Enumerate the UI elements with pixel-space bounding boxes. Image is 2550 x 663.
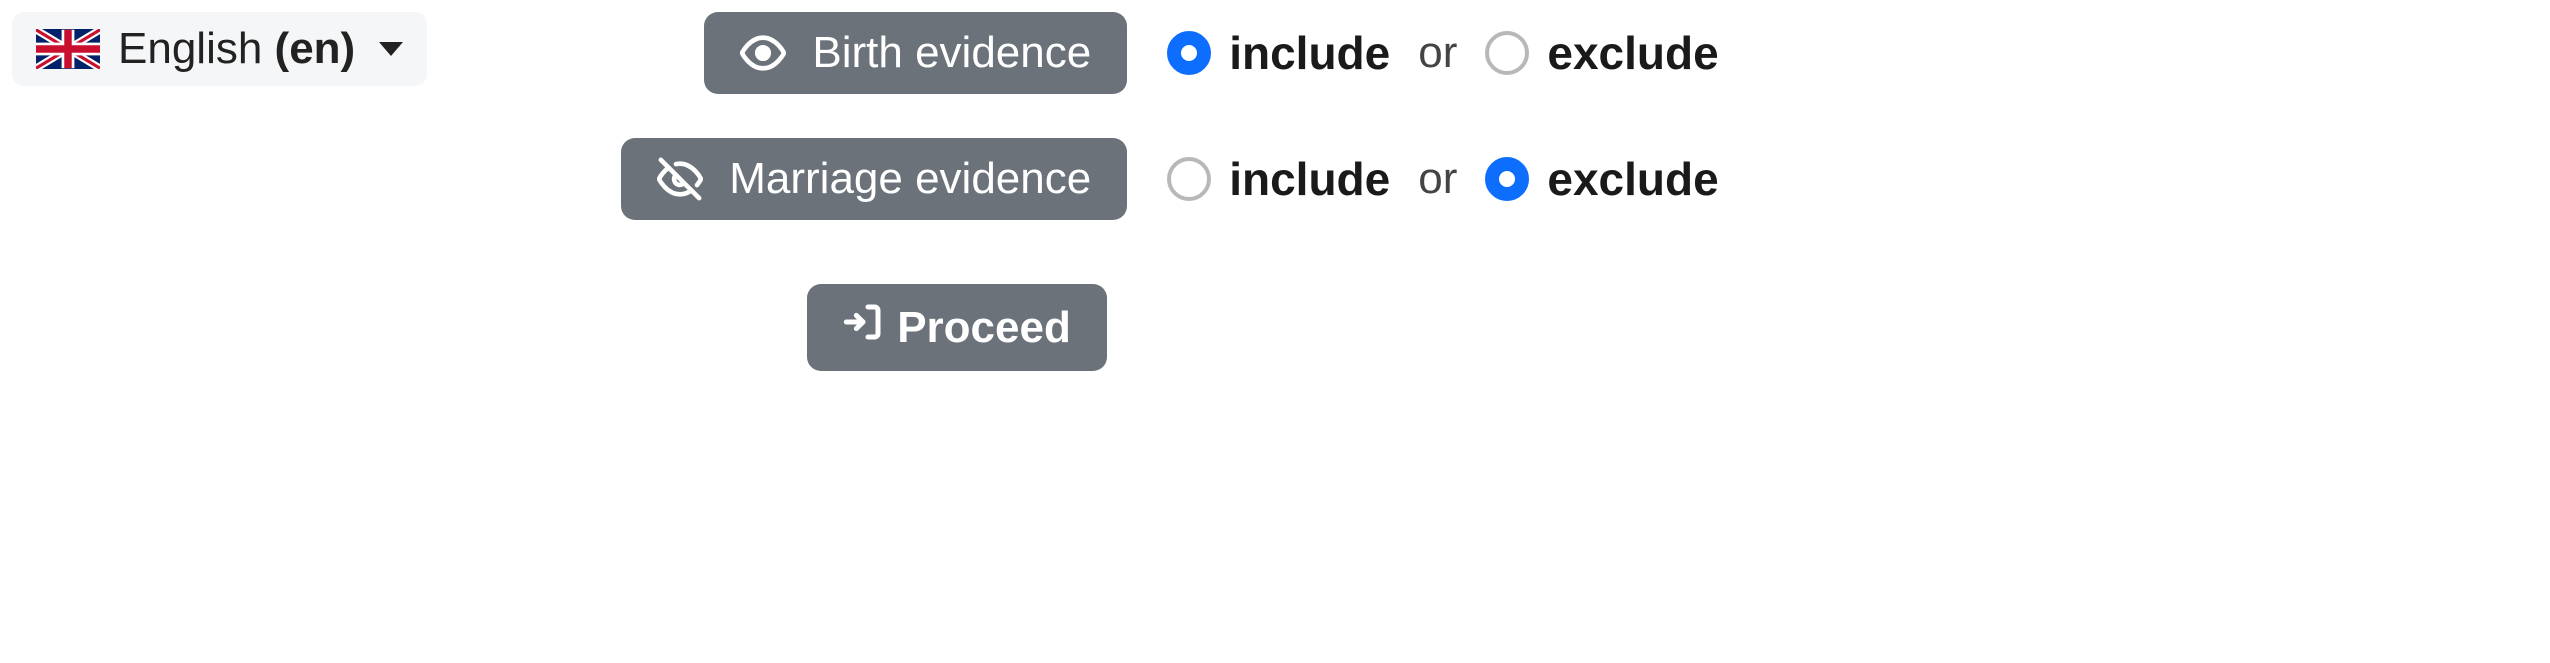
marriage-exclude-radio[interactable]: exclude [1485,152,1718,206]
sign-in-icon [843,302,883,353]
uk-flag-icon [36,29,100,69]
eye-off-icon [657,156,703,202]
birth-exclude-radio[interactable]: exclude [1485,26,1718,80]
proceed-label: Proceed [897,303,1071,353]
proceed-button[interactable]: Proceed [807,284,1107,371]
marriage-evidence-label: Marriage evidence [729,154,1091,204]
birth-include-radio[interactable]: include [1167,26,1390,80]
or-separator: or [1418,28,1457,78]
birth-exclude-label: exclude [1547,26,1718,80]
marriage-radio-group: include or exclude [1167,152,1718,206]
language-label: English (en) [118,24,355,74]
language-selector[interactable]: English (en) [12,12,427,86]
radio-unchecked-icon [1485,31,1529,75]
radio-checked-icon [1485,157,1529,201]
evidence-row-birth: Birth evidence include or exclude [607,12,2538,94]
or-separator: or [1418,154,1457,204]
marriage-exclude-label: exclude [1547,152,1718,206]
birth-radio-group: include or exclude [1167,26,1718,80]
eye-icon [740,30,786,76]
marriage-include-radio[interactable]: include [1167,152,1390,206]
caret-down-icon [379,42,403,56]
proceed-row: Proceed [607,284,2538,371]
radio-unchecked-icon [1167,157,1211,201]
marriage-evidence-pill[interactable]: Marriage evidence [621,138,1127,220]
birth-evidence-label: Birth evidence [812,28,1091,78]
birth-include-label: include [1229,26,1390,80]
evidence-form: Birth evidence include or exclude [607,12,2538,371]
radio-checked-icon [1167,31,1211,75]
birth-evidence-pill[interactable]: Birth evidence [704,12,1127,94]
marriage-include-label: include [1229,152,1390,206]
evidence-row-marriage: Marriage evidence include or exclude [607,138,2538,220]
